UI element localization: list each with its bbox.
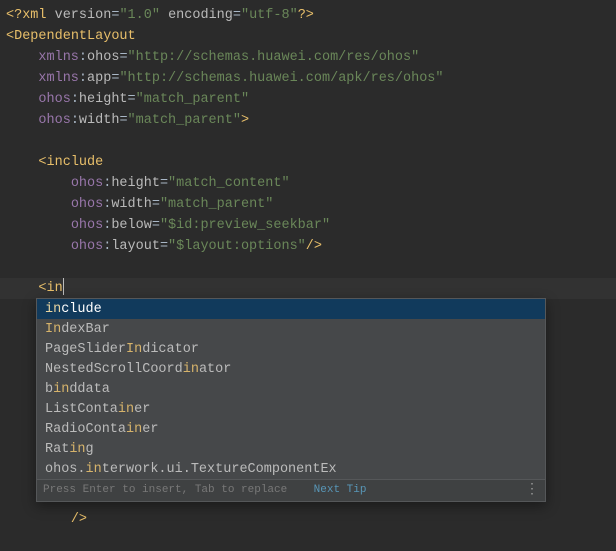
autocomplete-item[interactable]: ohos.interwork.ui.TextureComponentEx	[37, 459, 545, 479]
autocomplete-item[interactable]: binddata	[37, 379, 545, 399]
code-line	[0, 257, 616, 278]
code-line: <include	[0, 152, 616, 173]
code-line: ohos:below="$id:preview_seekbar"	[0, 215, 616, 236]
footer-hint: Press Enter to insert, Tab to replace	[43, 484, 287, 496]
code-line-current[interactable]: <in	[0, 278, 616, 299]
autocomplete-item[interactable]: RadioContainer	[37, 419, 545, 439]
code-line: ohos:height="match_content"	[0, 173, 616, 194]
code-line: ohos:layout="$layout:options"/>	[0, 236, 616, 257]
code-line: xmlns:app="http://schemas.huawei.com/apk…	[0, 68, 616, 89]
code-line: ohos:width="match_parent"	[0, 194, 616, 215]
autocomplete-item[interactable]: ListContainer	[37, 399, 545, 419]
autocomplete-item[interactable]: NestedScrollCoordinator	[37, 359, 545, 379]
code-line: <DependentLayout	[0, 26, 616, 47]
code-line	[0, 530, 616, 551]
next-tip-link[interactable]: Next Tip	[314, 484, 367, 496]
autocomplete-popup[interactable]: include IndexBar PageSliderIndicator Nes…	[36, 298, 546, 502]
code-line: />	[0, 509, 616, 530]
autocomplete-item[interactable]: PageSliderIndicator	[37, 339, 545, 359]
code-line: ohos:height="match_parent"	[0, 89, 616, 110]
code-line: xmlns:ohos="http://schemas.huawei.com/re…	[0, 47, 616, 68]
code-line: <?xml version="1.0" encoding="utf-8"?>	[0, 5, 616, 26]
autocomplete-item[interactable]: IndexBar	[37, 319, 545, 339]
text-caret	[63, 278, 64, 295]
code-line: ohos:width="match_parent">	[0, 110, 616, 131]
autocomplete-item[interactable]: include	[37, 299, 545, 319]
autocomplete-footer: Press Enter to insert, Tab to replace Ne…	[37, 479, 545, 501]
code-line	[0, 131, 616, 152]
autocomplete-item[interactable]: Rating	[37, 439, 545, 459]
more-icon[interactable]: ⋮	[525, 488, 539, 493]
